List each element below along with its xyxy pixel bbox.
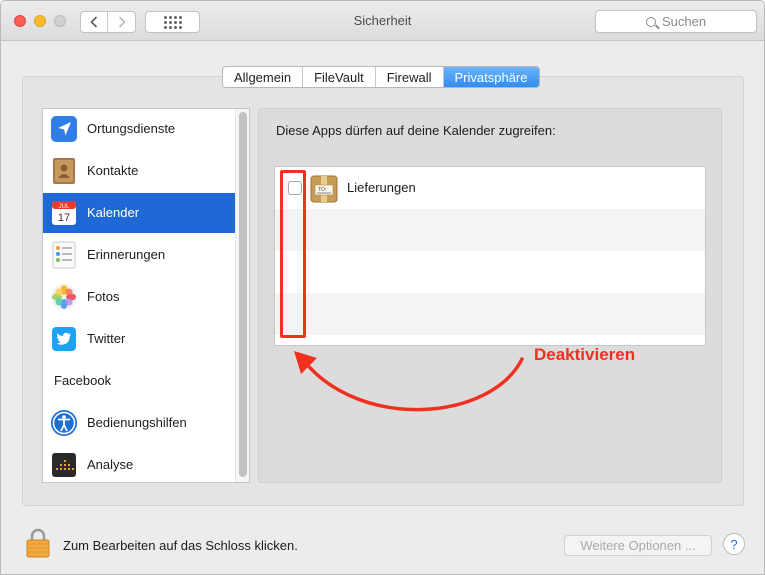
lock-icon[interactable] <box>26 528 50 558</box>
package-icon-label: TO: <box>318 187 326 193</box>
app-name: Lieferungen <box>347 180 416 195</box>
more-options-button[interactable]: Weitere Optionen ... <box>564 535 712 556</box>
calendar-icon-month: JUL <box>59 204 70 210</box>
preferences-window: Sicherheit Suchen Allgemein FileVault Fi… <box>0 0 765 575</box>
sidebar-item-label: Fotos <box>87 289 120 304</box>
tab-bar: Allgemein FileVault Firewall Privatsphär… <box>222 66 540 88</box>
accessibility-icon <box>51 410 77 436</box>
photos-flower-icon <box>51 284 77 310</box>
sidebar-item-label: Facebook <box>54 373 112 388</box>
tab-firewall[interactable]: Firewall <box>376 67 444 87</box>
calendar-icon: JUL 17 <box>52 201 76 225</box>
privacy-category-list: Ortungsdienste Kontakte JUL 17 Kalender <box>42 108 250 483</box>
app-row-empty <box>275 251 705 293</box>
lock-instruction-text: Zum Bearbeiten auf das Schloss klicken. <box>63 538 298 553</box>
app-row-empty <box>275 209 705 251</box>
tab-filevault[interactable]: FileVault <box>303 67 376 87</box>
contacts-book-icon <box>53 158 75 184</box>
sidebar-item-label: Ortungsdienste <box>87 121 176 136</box>
title-bar: Sicherheit Suchen <box>1 1 764 41</box>
sidebar-item-fotos[interactable]: Fotos <box>43 277 235 317</box>
sidebar-item-label: Erinnerungen <box>87 247 166 262</box>
sidebar-item-analyse[interactable]: Analyse <box>43 445 235 482</box>
sidebar-item-bedienungshilfen[interactable]: Bedienungshilfen <box>43 403 235 443</box>
sidebar-item-kontakte[interactable]: Kontakte <box>43 151 235 191</box>
reminders-list-icon <box>52 241 76 269</box>
app-row-lieferungen[interactable]: TO: Lieferungen <box>275 167 705 209</box>
sidebar-item-facebook[interactable]: Facebook <box>43 361 235 401</box>
help-button[interactable]: ? <box>723 533 745 555</box>
sidebar-item-kalender[interactable]: JUL 17 Kalender <box>43 193 235 233</box>
search-field[interactable]: Suchen <box>595 10 757 33</box>
sidebar-item-label: Twitter <box>87 331 126 346</box>
sidebar-item-label: Analyse <box>87 457 134 472</box>
annotation-label: Deaktivieren <box>534 345 636 364</box>
deliveries-package-icon: TO: <box>310 175 338 203</box>
sidebar-item-label: Bedienungshilfen <box>87 415 187 430</box>
app-list: TO: Lieferungen <box>274 166 706 346</box>
location-arrow-icon <box>51 116 77 142</box>
sidebar-scrollbar[interactable] <box>235 109 249 482</box>
tab-privatsphaere[interactable]: Privatsphäre <box>443 67 539 87</box>
search-icon <box>645 16 656 27</box>
calendar-icon-day: 17 <box>58 212 70 224</box>
tab-allgemein[interactable]: Allgemein <box>223 67 304 87</box>
sidebar-item-label: Kalender <box>87 205 140 220</box>
twitter-bird-icon <box>52 327 76 351</box>
panel-heading: Diese Apps dürfen auf deine Kalender zug… <box>276 123 556 138</box>
app-row-empty <box>275 293 705 335</box>
sidebar-item-label: Kontakte <box>87 163 139 178</box>
checkbox-highlight-box <box>280 170 306 338</box>
sidebar-item-erinnerungen[interactable]: Erinnerungen <box>43 235 235 275</box>
search-placeholder: Suchen <box>661 14 707 29</box>
sidebar-scrollbar-thumb[interactable] <box>239 112 247 477</box>
analytics-icon <box>52 453 76 477</box>
sidebar-item-ortungsdienste[interactable]: Ortungsdienste <box>43 109 235 149</box>
sidebar-item-twitter[interactable]: Twitter <box>43 319 235 359</box>
